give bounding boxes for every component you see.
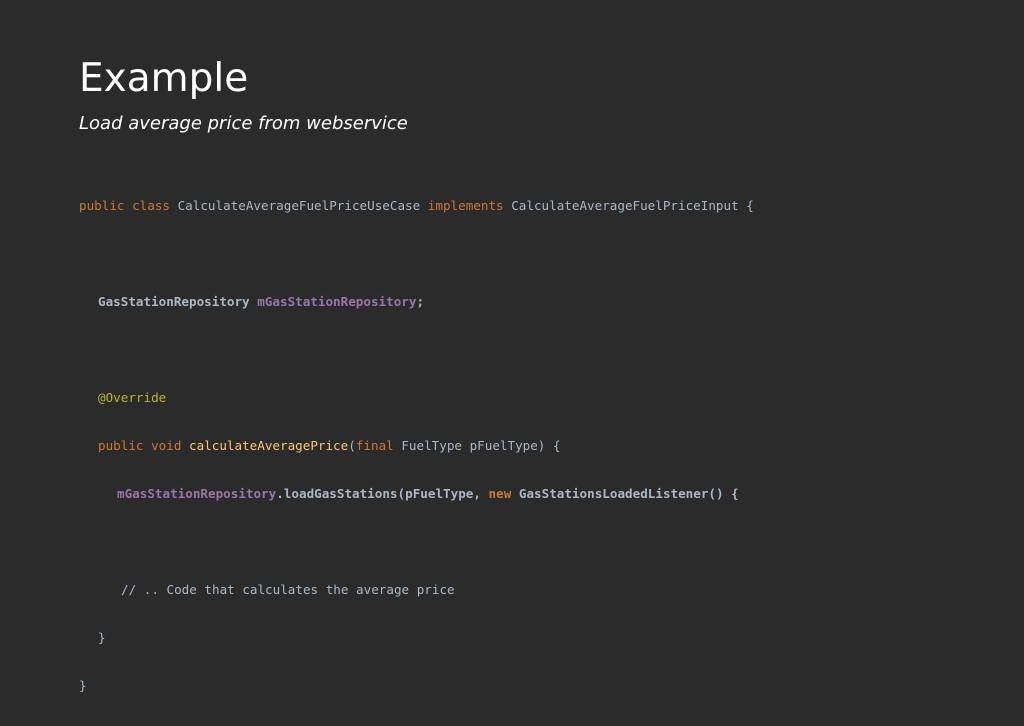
code-line-closing-brace: } [98,630,106,645]
code-method-name: calculateAveragePrice [189,438,349,453]
slide-subtitle: Load average price from webservice [79,113,408,134]
code-line-empty [79,246,754,262]
code-block: public class CalculateAverageFuelPriceUs… [79,166,754,726]
code-line-method-declaration: public void calculateAveragePrice(final … [98,438,561,453]
code-line-method-call: mGasStationRepository.loadGasStations(pF… [79,486,754,502]
slide-title: Example [79,56,249,101]
code-call: .loadGasStations(pFuelType, [276,486,489,501]
code-annotation: @Override [98,390,167,405]
code-class-name: CalculateAverageFuelPriceUseCase [170,198,428,213]
code-parameters: FuelType pFuelType) { [393,438,561,453]
code-keyword: new [488,486,512,501]
code-line-field: GasStationRepository mGasStationReposito… [79,294,754,310]
code-type: GasStationRepository [98,294,258,309]
code-interface-name: CalculateAverageFuelPriceInput { [503,198,754,213]
code-keyword: implements [427,198,504,213]
code-field: mGasStationRepository [117,486,277,501]
slide: Example Load average price from webservi… [0,0,1024,693]
code-line-class-declaration: public class CalculateAverageFuelPriceUs… [79,198,754,214]
code-line-empty [79,534,754,550]
code-keyword: public void [98,438,182,453]
code-keyword: final [355,438,394,453]
code-line-annotation: @Override [79,390,754,406]
code-comment: // .. Code that calculates the average p… [121,582,455,597]
code-line-comment: // .. Code that calculates the average p… [79,582,754,598]
code-field: mGasStationRepository [257,294,417,309]
code-keyword: public class [79,198,170,213]
code-listener: GasStationsLoadedListener() { [511,486,739,501]
code-line-closing-brace: } [79,678,87,693]
code-line-empty [79,342,754,358]
code-punctuation: ; [416,294,425,309]
